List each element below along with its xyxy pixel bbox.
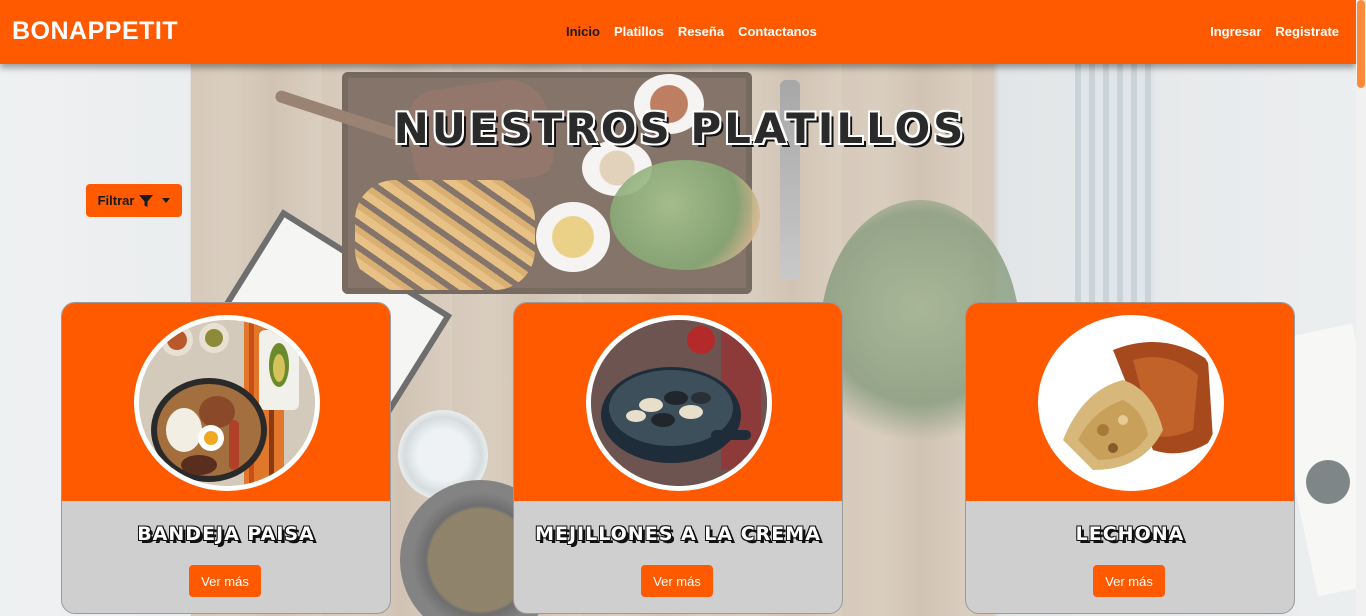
filter-label: Filtrar	[97, 193, 135, 208]
chevron-down-icon	[162, 198, 171, 203]
navbar: BONAPPETIT Inicio Platillos Reseña Conta…	[0, 0, 1356, 64]
dish-title: LECHONA	[1075, 523, 1185, 545]
dish-title: MEJILLONES A LA CREMA	[535, 523, 821, 545]
brand-logo[interactable]: BONAPPETIT	[12, 17, 178, 46]
filter-icon	[139, 194, 154, 207]
dish-image	[134, 315, 320, 491]
nav-link-contactanos[interactable]: Contactanos	[738, 24, 817, 39]
page-title: NUESTROS PLATILLOS	[393, 104, 967, 153]
dish-card-bandeja-paisa: BANDEJA PAISA Ver más	[61, 302, 391, 614]
nav-link-platillos[interactable]: Platillos	[614, 24, 664, 39]
ver-mas-button[interactable]: Ver más	[1093, 565, 1165, 597]
ver-mas-button[interactable]: Ver más	[189, 565, 261, 597]
nav-link-resena[interactable]: Reseña	[678, 24, 724, 39]
ver-mas-button[interactable]: Ver más	[641, 565, 713, 597]
dish-card-mejillones: MEJILLONES A LA CREMA Ver más	[513, 302, 843, 614]
register-link[interactable]: Registrate	[1275, 24, 1339, 39]
dish-title: BANDEJA PAISA	[137, 523, 315, 545]
filter-dropdown-button[interactable]: Filtrar	[86, 184, 182, 217]
dish-image	[586, 315, 772, 491]
auth-nav: Ingresar Registrate	[1196, 24, 1339, 39]
login-link[interactable]: Ingresar	[1210, 24, 1261, 39]
mejillones-illustration	[591, 320, 767, 486]
scrollbar-thumb[interactable]	[1357, 0, 1365, 88]
bandeja-paisa-illustration	[139, 320, 315, 486]
page-scrollbar[interactable]	[1356, 0, 1366, 616]
dish-card-lechona: LECHONA Ver más	[965, 302, 1295, 614]
main-nav: Inicio Platillos Reseña Contactanos	[566, 24, 831, 39]
nav-link-inicio[interactable]: Inicio	[566, 24, 600, 39]
lechona-illustration	[1043, 320, 1219, 486]
dish-image	[1038, 315, 1224, 491]
